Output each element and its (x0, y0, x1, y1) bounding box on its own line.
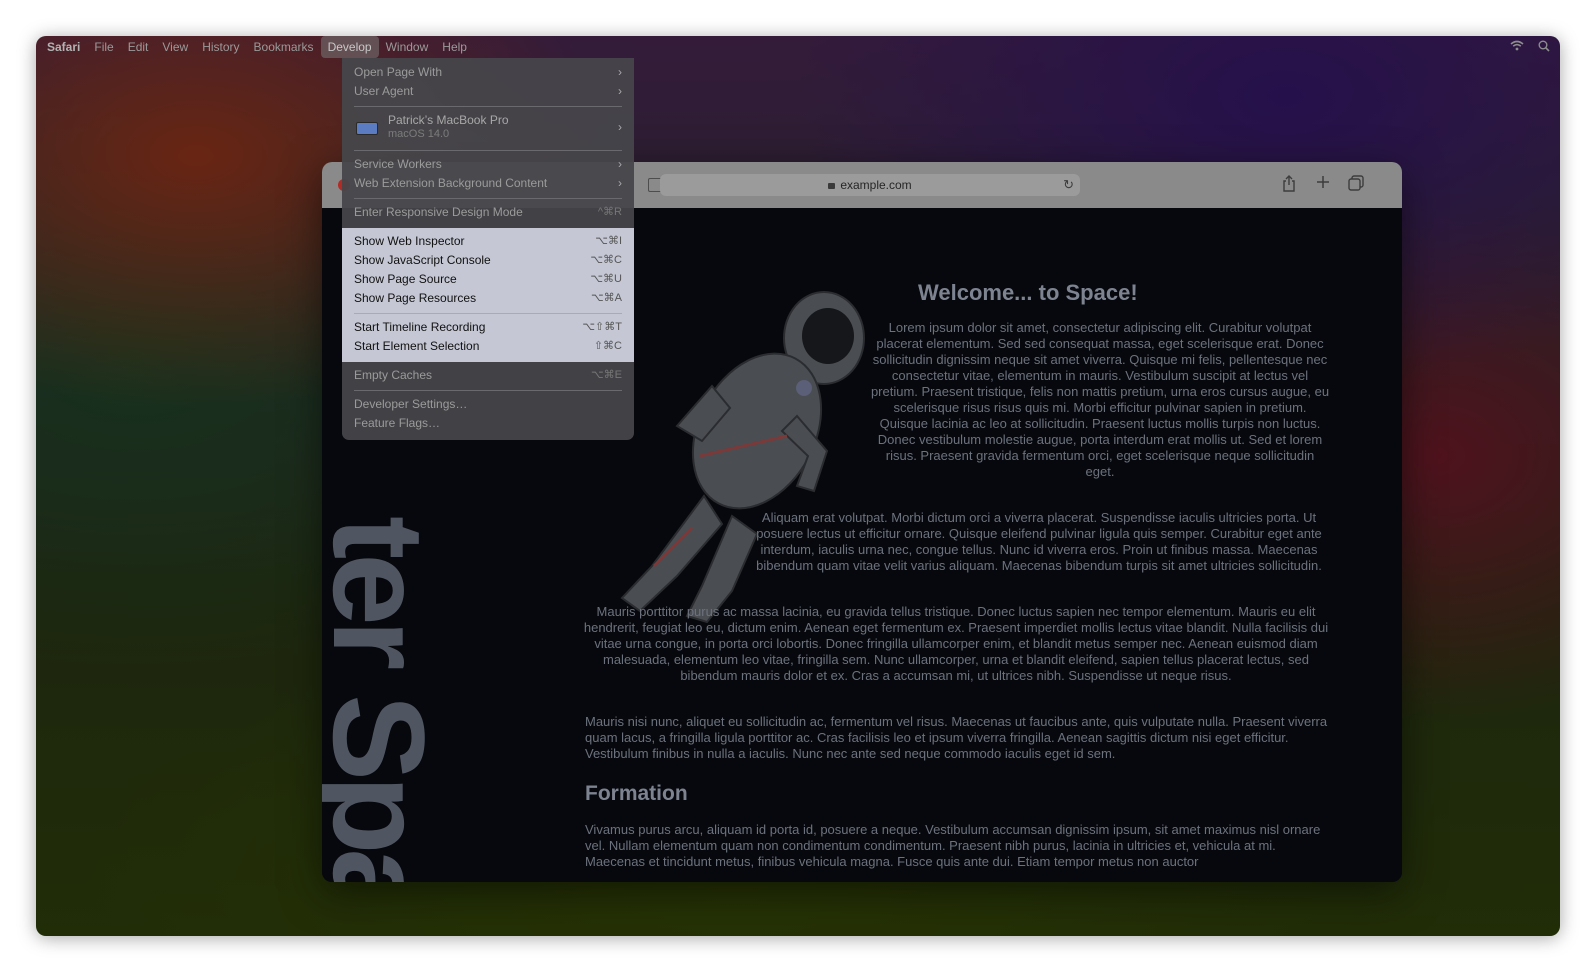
menu-item-shortcut: ⇧⌘C (593, 340, 622, 352)
menu-item-device[interactable]: Patrick’s MacBook Pro macOS 14.0 › (354, 113, 622, 143)
tab-overview-icon[interactable] (1348, 175, 1364, 196)
menu-item-web-extension-background[interactable]: Web Extension Background Content › (354, 174, 622, 193)
menu-item-shortcut: ⌥⌘C (590, 254, 622, 266)
menu-item-label: Start Element Selection (354, 339, 480, 353)
paragraph-4: Mauris nisi nunc, aliquet eu sollicitudi… (585, 714, 1328, 761)
menu-item-show-page-resources[interactable]: Show Page Resources ⌥⌘A (354, 289, 622, 308)
menu-item-label: Web Extension Background Content (354, 176, 548, 190)
menu-item-label: Empty Caches (354, 368, 433, 382)
menu-separator (354, 390, 622, 391)
menu-item-start-timeline-recording[interactable]: Start Timeline Recording ⌥⇧⌘T (354, 318, 622, 337)
menu-item-shortcut: ⌥⌘I (595, 235, 622, 247)
menu-item-label: Service Workers (354, 157, 442, 171)
menu-window[interactable]: Window (379, 36, 436, 58)
menu-item-shortcut: ^⌘R (597, 206, 622, 218)
menu-item-shortcut: ⌥⇧⌘T (582, 321, 622, 333)
menu-item-label: Start Timeline Recording (354, 320, 486, 334)
menu-item-open-page-with[interactable]: Open Page With › (354, 63, 622, 82)
paragraph-1: Lorem ipsum dolor sit amet, consectetur … (870, 320, 1330, 479)
new-tab-icon[interactable] (1316, 175, 1330, 194)
menu-item-label: Show Page Source (354, 272, 457, 286)
device-name: Patrick’s MacBook Pro (388, 113, 509, 127)
laptop-icon (356, 122, 378, 135)
device-os: macOS 14.0 (388, 128, 450, 140)
menu-separator (354, 150, 622, 151)
chevron-right-icon: › (618, 84, 622, 98)
menu-item-shortcut: ⌥⌘A (590, 292, 622, 304)
menu-item-label: Open Page With (354, 65, 443, 79)
address-bar[interactable]: example.com ↻ (660, 174, 1080, 196)
paragraph-2: Aliquam erat volutpat. Morbi dictum orci… (756, 510, 1322, 573)
menu-bar: Safari File Edit View History Bookmarks … (36, 36, 1560, 58)
menu-item-label: Feature Flags… (354, 416, 441, 430)
vertical-title: ter Spa (322, 516, 452, 882)
develop-menu: Open Page With › User Agent › Patrick’s … (342, 58, 634, 440)
chevron-right-icon: › (618, 65, 622, 79)
section-heading-formation: Formation (585, 782, 688, 805)
menu-item-label: Show Web Inspector (354, 234, 465, 248)
paragraph-5: Vivamus purus arcu, aliquam id porta id,… (585, 822, 1321, 869)
spotlight-search-icon[interactable] (1538, 40, 1550, 55)
menu-separator (354, 198, 622, 199)
menu-item-user-agent[interactable]: User Agent › (354, 82, 622, 101)
paragraph-3: Mauris porttitor purus ac massa lacinia,… (583, 604, 1329, 683)
menu-item-empty-caches[interactable]: Empty Caches ⌥⌘E (354, 366, 622, 385)
chevron-right-icon: › (618, 176, 622, 190)
menu-develop[interactable]: Develop (320, 36, 379, 58)
menu-item-service-workers[interactable]: Service Workers › (354, 155, 622, 174)
menu-item-label: Enter Responsive Design Mode (354, 205, 523, 219)
menu-item-label: Show Page Resources (354, 291, 477, 305)
menu-separator (354, 106, 622, 107)
menu-file[interactable]: File (87, 36, 120, 58)
menu-item-label: User Agent (354, 84, 414, 98)
menu-item-developer-settings[interactable]: Developer Settings… (354, 395, 622, 414)
page-heading: Welcome... to Space! (918, 280, 1138, 305)
menu-item-label: Show JavaScript Console (354, 253, 491, 267)
url-text: example.com (840, 178, 912, 192)
menu-item-label: Developer Settings… (354, 397, 468, 411)
chevron-right-icon: › (618, 157, 622, 171)
menu-item-show-web-inspector[interactable]: Show Web Inspector ⌥⌘I (354, 232, 622, 251)
menu-edit[interactable]: Edit (121, 36, 156, 58)
menu-item-start-element-selection[interactable]: Start Element Selection ⇧⌘C (354, 337, 622, 356)
menu-safari[interactable]: Safari (36, 36, 87, 58)
wifi-icon[interactable] (1510, 40, 1524, 54)
lock-icon (828, 183, 836, 189)
menu-item-show-page-source[interactable]: Show Page Source ⌥⌘U (354, 270, 622, 289)
menu-item-responsive-design[interactable]: Enter Responsive Design Mode ^⌘R (354, 203, 622, 222)
menu-separator (354, 313, 622, 314)
menu-item-show-javascript-console[interactable]: Show JavaScript Console ⌥⌘C (354, 251, 622, 270)
menu-history[interactable]: History (195, 36, 246, 58)
menu-item-shortcut: ⌥⌘U (590, 273, 622, 285)
reload-icon[interactable]: ↻ (1063, 177, 1074, 193)
menu-item-feature-flags[interactable]: Feature Flags… (354, 414, 622, 433)
menu-item-shortcut: ⌥⌘E (590, 369, 622, 381)
menu-view[interactable]: View (155, 36, 195, 58)
desktop: Safari File Edit View History Bookmarks … (36, 36, 1560, 936)
menu-help[interactable]: Help (435, 36, 474, 58)
chevron-right-icon: › (618, 120, 622, 134)
share-icon[interactable] (1282, 175, 1296, 197)
menu-bookmarks[interactable]: Bookmarks (247, 36, 321, 58)
